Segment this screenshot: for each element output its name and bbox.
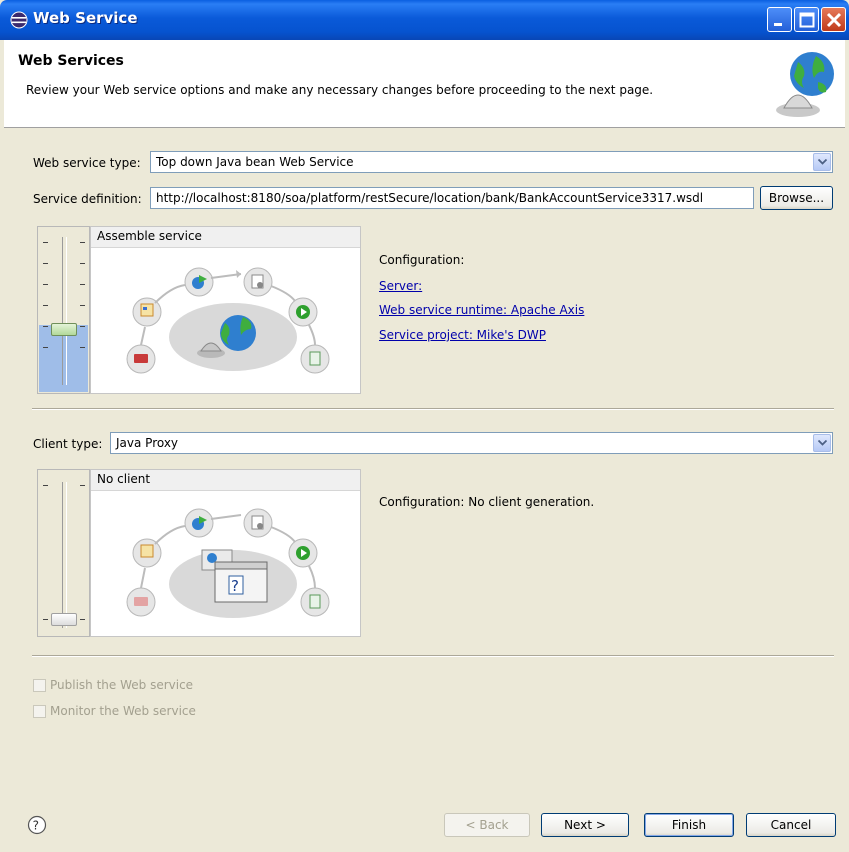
client-level-slider[interactable] xyxy=(37,469,90,637)
service-definition-field[interactable]: http://localhost:8180/soa/platform/restS… xyxy=(150,187,754,209)
service-definition-label: Service definition: xyxy=(33,192,142,206)
client-type-select[interactable]: Java Proxy xyxy=(110,432,833,454)
publish-checkbox[interactable] xyxy=(33,679,46,692)
chevron-down-icon xyxy=(818,159,827,165)
monitor-label: Monitor the Web service xyxy=(50,704,196,718)
web-service-lifecycle-diagram xyxy=(126,267,330,374)
back-button[interactable]: < Back xyxy=(444,813,530,837)
web-service-dialog: Web Service Web Services Review your Web… xyxy=(0,0,849,852)
wizard-banner: Web Services Review your Web service opt… xyxy=(4,40,845,128)
web-service-type-select[interactable]: Top down Java bean Web Service xyxy=(150,151,833,173)
client-type-value: Java Proxy xyxy=(116,436,179,450)
slider-track xyxy=(62,482,67,628)
service-level-slider[interactable] xyxy=(37,226,90,394)
service-project-link[interactable]: Service project: Mike's DWP xyxy=(379,328,546,342)
publish-label: Publish the Web service xyxy=(50,678,194,692)
maximize-button[interactable] xyxy=(794,7,819,32)
server-link[interactable]: Server: xyxy=(379,279,422,293)
finish-button[interactable]: Finish xyxy=(644,813,734,837)
service-graphic-panel: Assemble service xyxy=(90,226,361,394)
web-service-globe-icon xyxy=(776,52,834,117)
monitor-checkbox[interactable] xyxy=(33,705,46,718)
client-panel-title: No client xyxy=(91,470,360,491)
web-service-type-value: Top down Java bean Web Service xyxy=(156,155,354,169)
cancel-button[interactable]: Cancel xyxy=(746,813,836,837)
chevron-down-icon xyxy=(818,440,827,446)
dropdown-button[interactable] xyxy=(813,153,831,171)
close-button[interactable] xyxy=(821,7,846,32)
slider-thumb[interactable] xyxy=(51,613,77,626)
svg-text:?: ? xyxy=(231,577,239,595)
browse-button[interactable]: Browse... xyxy=(760,186,833,210)
client-lifecycle-diagram: ? xyxy=(126,508,330,618)
close-icon xyxy=(826,12,842,28)
service-panel-title: Assemble service xyxy=(91,227,360,248)
client-graphic-panel: No client ? xyxy=(90,469,361,637)
eclipse-icon xyxy=(10,11,28,29)
minimize-icon xyxy=(774,23,782,26)
service-configuration-label: Configuration: xyxy=(379,253,465,267)
minimize-button[interactable] xyxy=(767,7,792,32)
slider-thumb[interactable] xyxy=(51,323,77,336)
web-service-type-label: Web service type: xyxy=(33,156,141,170)
separator xyxy=(32,655,834,657)
web-service-runtime-link[interactable]: Web service runtime: Apache Axis xyxy=(379,303,584,317)
dropdown-button[interactable] xyxy=(813,434,831,452)
page-description: Review your Web service options and make… xyxy=(26,83,654,97)
title-bar[interactable]: Web Service xyxy=(0,0,849,40)
separator xyxy=(32,408,834,410)
help-icon[interactable]: ? xyxy=(27,815,47,835)
slider-track xyxy=(62,237,67,385)
client-type-label: Client type: xyxy=(33,437,103,451)
client-configuration-text: Configuration: No client generation. xyxy=(379,495,595,509)
page-title: Web Services xyxy=(18,53,124,69)
svg-text:?: ? xyxy=(33,819,39,833)
next-button[interactable]: Next > xyxy=(541,813,629,837)
window-title: Web Service xyxy=(33,9,138,27)
maximize-icon xyxy=(799,12,815,28)
